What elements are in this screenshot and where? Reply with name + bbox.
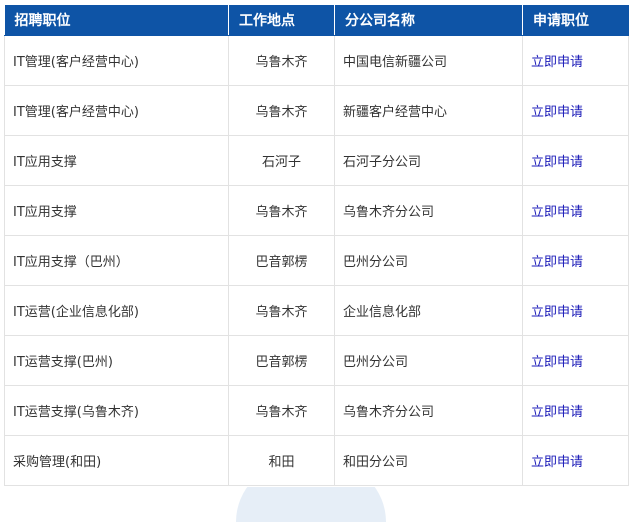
apply-link[interactable]: 立即申请	[531, 105, 583, 120]
cell-apply: 立即申请	[522, 85, 629, 136]
table-row: IT管理(客户经营中心) 乌鲁木齐 中国电信新疆公司 立即申请	[4, 35, 629, 86]
cell-location: 巴音郭楞	[228, 235, 335, 286]
cell-position: IT运营支撑(乌鲁木齐)	[4, 385, 229, 436]
header-branch: 分公司名称	[334, 5, 523, 36]
header-position: 招聘职位	[4, 5, 229, 36]
apply-link[interactable]: 立即申请	[531, 255, 583, 270]
table-header-row: 招聘职位 工作地点 分公司名称 申请职位	[4, 5, 629, 36]
cell-apply: 立即申请	[522, 435, 629, 486]
cell-apply: 立即申请	[522, 135, 629, 186]
cell-apply: 立即申请	[522, 235, 629, 286]
cell-location: 乌鲁木齐	[228, 385, 335, 436]
table-row: IT运营支撑(巴州) 巴音郭楞 巴州分公司 立即申请	[4, 335, 629, 386]
cell-position: IT应用支撑	[4, 185, 229, 236]
table-row: IT应用支撑 石河子 石河子分公司 立即申请	[4, 135, 629, 186]
cell-location: 乌鲁木齐	[228, 35, 335, 86]
table-row: IT运营支撑(乌鲁木齐) 乌鲁木齐 乌鲁木齐分公司 立即申请	[4, 385, 629, 436]
apply-link[interactable]: 立即申请	[531, 205, 583, 220]
cell-branch: 石河子分公司	[334, 135, 523, 186]
header-apply: 申请职位	[522, 5, 629, 36]
cell-apply: 立即申请	[522, 35, 629, 86]
cell-apply: 立即申请	[522, 385, 629, 436]
cell-location: 巴音郭楞	[228, 335, 335, 386]
cell-branch: 和田分公司	[334, 435, 523, 486]
cell-apply: 立即申请	[522, 285, 629, 336]
table-row: IT应用支撑（巴州） 巴音郭楞 巴州分公司 立即申请	[4, 235, 629, 286]
cell-branch: 中国电信新疆公司	[334, 35, 523, 86]
job-listings-table: 招聘职位 工作地点 分公司名称 申请职位 IT管理(客户经营中心) 乌鲁木齐 中…	[4, 5, 629, 486]
cell-branch: 乌鲁木齐分公司	[334, 185, 523, 236]
cell-location: 和田	[228, 435, 335, 486]
cell-apply: 立即申请	[522, 335, 629, 386]
cell-position: 采购管理(和田)	[4, 435, 229, 486]
apply-link[interactable]: 立即申请	[531, 455, 583, 470]
cell-branch: 巴州分公司	[334, 235, 523, 286]
apply-link[interactable]: 立即申请	[531, 355, 583, 370]
cell-position: IT管理(客户经营中心)	[4, 85, 229, 136]
apply-link[interactable]: 立即申请	[531, 55, 583, 70]
cell-location: 石河子	[228, 135, 335, 186]
cell-branch: 企业信息化部	[334, 285, 523, 336]
cell-location: 乌鲁木齐	[228, 85, 335, 136]
cell-branch: 乌鲁木齐分公司	[334, 385, 523, 436]
cell-position: IT应用支撑（巴州）	[4, 235, 229, 286]
apply-link[interactable]: 立即申请	[531, 155, 583, 170]
cell-position: IT运营支撑(巴州)	[4, 335, 229, 386]
table-row: IT应用支撑 乌鲁木齐 乌鲁木齐分公司 立即申请	[4, 185, 629, 236]
table-row: IT管理(客户经营中心) 乌鲁木齐 新疆客户经营中心 立即申请	[4, 85, 629, 136]
cell-branch: 巴州分公司	[334, 335, 523, 386]
cell-position: IT应用支撑	[4, 135, 229, 186]
cell-branch: 新疆客户经营中心	[334, 85, 523, 136]
cell-apply: 立即申请	[522, 185, 629, 236]
table-row: IT运营(企业信息化部) 乌鲁木齐 企业信息化部 立即申请	[4, 285, 629, 336]
cell-position: IT管理(客户经营中心)	[4, 35, 229, 86]
apply-link[interactable]: 立即申请	[531, 405, 583, 420]
apply-link[interactable]: 立即申请	[531, 305, 583, 320]
cell-location: 乌鲁木齐	[228, 185, 335, 236]
cell-location: 乌鲁木齐	[228, 285, 335, 336]
cell-position: IT运营(企业信息化部)	[4, 285, 229, 336]
table-row: 采购管理(和田) 和田 和田分公司 立即申请	[4, 435, 629, 486]
header-location: 工作地点	[228, 5, 335, 36]
